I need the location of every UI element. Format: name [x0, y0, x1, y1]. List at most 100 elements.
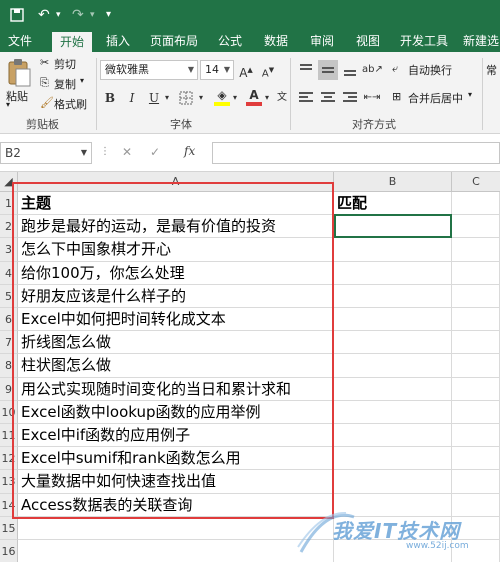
- cell-topic[interactable]: 柱状图怎么做: [18, 354, 334, 378]
- cut-icon[interactable]: ✂: [40, 56, 49, 69]
- cell-topic[interactable]: 大量数据中如何快速查找出值: [18, 470, 334, 494]
- row-header[interactable]: 12: [0, 447, 18, 471]
- cancel-icon[interactable]: ✕: [122, 145, 132, 159]
- orientation-icon[interactable]: ab↗: [362, 60, 383, 80]
- align-top-icon[interactable]: [296, 60, 316, 80]
- font-color-dropdown-icon[interactable]: ▾: [262, 88, 272, 108]
- cell-match[interactable]: [334, 400, 452, 424]
- tab-file[interactable]: 文件: [2, 30, 38, 52]
- cell-empty[interactable]: [452, 377, 500, 401]
- bold-button[interactable]: B: [100, 88, 120, 108]
- cell-match[interactable]: [334, 308, 452, 332]
- cell-match[interactable]: [334, 284, 452, 308]
- cell-empty[interactable]: [452, 308, 500, 332]
- row-header[interactable]: 15: [0, 516, 18, 540]
- select-all-corner[interactable]: ◢: [0, 172, 18, 192]
- cell-topic[interactable]: [18, 516, 334, 540]
- cell-match[interactable]: [334, 261, 452, 285]
- row-header[interactable]: 8: [0, 354, 18, 378]
- tab-new[interactable]: 新建选: [462, 30, 500, 52]
- underline-button[interactable]: U: [144, 88, 164, 108]
- font-color-icon[interactable]: A: [244, 88, 264, 108]
- font-name-select[interactable]: 微软雅黑 ▼: [100, 60, 198, 80]
- tab-data[interactable]: 数据: [258, 30, 294, 52]
- copy-dropdown-icon[interactable]: ▾: [80, 76, 84, 85]
- row-header[interactable]: 11: [0, 424, 18, 448]
- wrap-text-button[interactable]: 自动换行: [408, 62, 452, 78]
- cell-topic[interactable]: [18, 540, 334, 562]
- header-cell-match[interactable]: 匹配: [334, 192, 452, 216]
- tab-view[interactable]: 视图: [350, 30, 386, 52]
- number-format-icon[interactable]: 常: [486, 62, 497, 78]
- copy-icon[interactable]: ⎘: [40, 76, 49, 90]
- cell-match[interactable]: [334, 470, 452, 494]
- cell-empty[interactable]: [452, 215, 500, 239]
- cell-empty[interactable]: [452, 331, 500, 355]
- cell-topic[interactable]: 给你100万，你怎么处理: [18, 261, 334, 285]
- row-header[interactable]: 13: [0, 470, 18, 494]
- cell-topic[interactable]: 折线图怎么做: [18, 331, 334, 355]
- align-middle-icon[interactable]: [318, 60, 338, 80]
- header-cell-topic[interactable]: 主题: [18, 192, 334, 216]
- cell-empty[interactable]: [452, 192, 500, 216]
- cell-topic[interactable]: 跑步是最好的运动，是最有价值的投资: [18, 215, 334, 239]
- cell-topic[interactable]: 用公式实现随时间变化的当日和累计求和: [18, 377, 334, 401]
- cell-topic[interactable]: 怎么下中国象棋才开心: [18, 238, 334, 262]
- undo-dropdown-icon[interactable]: ▾: [56, 5, 61, 25]
- confirm-icon[interactable]: ✓: [150, 145, 160, 159]
- phonetic-icon[interactable]: 文: [272, 88, 292, 108]
- cell-topic[interactable]: Excel中if函数的应用例子: [18, 424, 334, 448]
- tab-insert[interactable]: 插入: [100, 30, 136, 52]
- font-size-select[interactable]: 14 ▼: [200, 60, 234, 80]
- column-header-b[interactable]: B: [334, 172, 452, 192]
- decrease-font-icon[interactable]: A▼: [258, 60, 278, 80]
- tab-page-layout[interactable]: 页面布局: [146, 30, 202, 52]
- cell-match[interactable]: [334, 354, 452, 378]
- copy-button[interactable]: 复制: [54, 76, 76, 92]
- row-header[interactable]: 3: [0, 238, 18, 262]
- fx-icon[interactable]: fx: [184, 144, 195, 158]
- format-painter-button[interactable]: 格式刷: [54, 96, 87, 112]
- cell-match[interactable]: [334, 424, 452, 448]
- merge-center-icon[interactable]: ⊞: [392, 90, 401, 103]
- row-header[interactable]: 9: [0, 377, 18, 401]
- cell-empty[interactable]: [452, 447, 500, 471]
- cell-match[interactable]: [334, 238, 452, 262]
- cell-topic[interactable]: Excel中如何把时间转化成文本: [18, 308, 334, 332]
- borders-dropdown-icon[interactable]: ▾: [196, 88, 206, 108]
- paste-icon[interactable]: [6, 58, 32, 88]
- cell-empty[interactable]: [452, 354, 500, 378]
- column-header-c[interactable]: C: [452, 172, 500, 192]
- format-painter-icon[interactable]: 🖌: [40, 96, 54, 109]
- cell-topic[interactable]: Access数据表的关联查询: [18, 493, 334, 517]
- redo-icon[interactable]: ↷: [72, 5, 84, 25]
- align-left-icon[interactable]: [296, 88, 316, 108]
- cell-match[interactable]: [334, 447, 452, 471]
- formula-input[interactable]: [212, 142, 500, 164]
- align-bottom-icon[interactable]: [340, 60, 360, 80]
- row-header[interactable]: 16: [0, 540, 18, 562]
- cell-topic[interactable]: Excel函数中lookup函数的应用举例: [18, 400, 334, 424]
- fill-color-dropdown-icon[interactable]: ▾: [230, 88, 240, 108]
- increase-font-icon[interactable]: A▲: [236, 60, 256, 80]
- fill-color-icon[interactable]: ◈: [212, 88, 232, 108]
- align-right-icon[interactable]: [340, 88, 360, 108]
- cell-empty[interactable]: [452, 238, 500, 262]
- row-header[interactable]: 1: [0, 192, 18, 216]
- cell-empty[interactable]: [452, 400, 500, 424]
- cell-match[interactable]: [334, 331, 452, 355]
- redo-dropdown-icon[interactable]: ▾: [90, 5, 95, 25]
- row-header[interactable]: 14: [0, 493, 18, 517]
- merge-center-button[interactable]: 合并后居中: [408, 90, 463, 106]
- cell-topic[interactable]: 好朋友应该是什么样子的: [18, 284, 334, 308]
- underline-dropdown-icon[interactable]: ▾: [162, 88, 172, 108]
- customize-qa-icon[interactable]: ▾: [106, 5, 111, 25]
- row-header[interactable]: 7: [0, 331, 18, 355]
- indent-icon[interactable]: ⇤⇥: [362, 88, 382, 108]
- cell-topic[interactable]: Excel中sumif和rank函数怎么用: [18, 447, 334, 471]
- cell-empty[interactable]: [452, 424, 500, 448]
- tab-formulas[interactable]: 公式: [212, 30, 248, 52]
- cell-match[interactable]: [334, 215, 452, 239]
- row-header[interactable]: 4: [0, 261, 18, 285]
- tab-home[interactable]: 开始: [52, 32, 92, 52]
